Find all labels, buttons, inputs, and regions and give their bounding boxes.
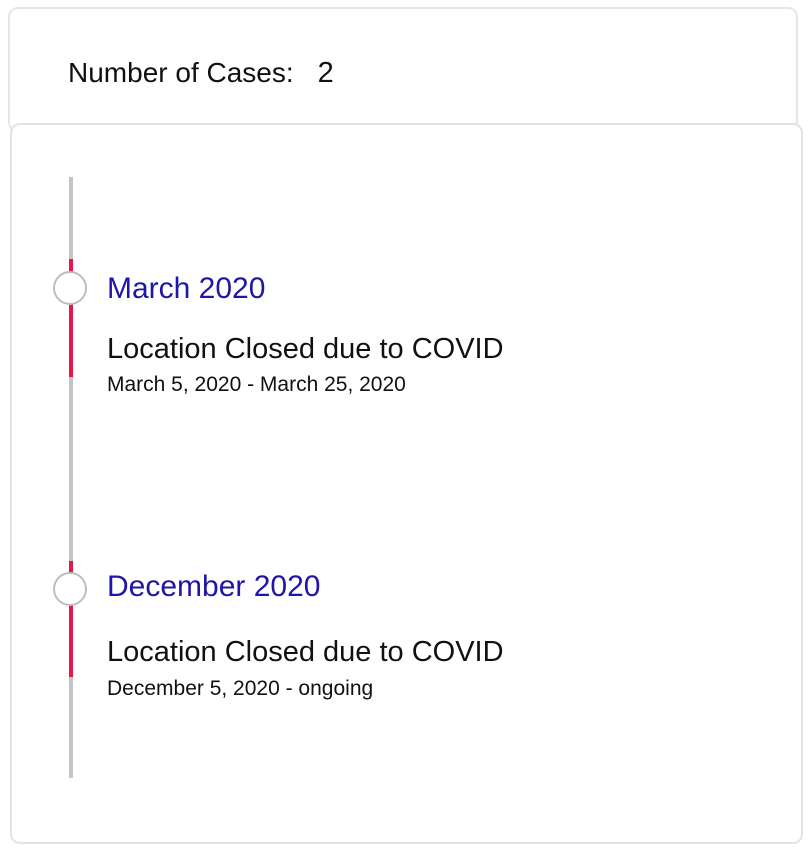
cases-count-label: Number of Cases: xyxy=(68,57,294,88)
timeline-event-date-range: March 5, 2020 - March 25, 2020 xyxy=(107,373,406,396)
timeline-event-title: Location Closed due to COVID xyxy=(107,333,504,365)
timeline-event-date-range: December 5, 2020 - ongoing xyxy=(107,677,374,700)
closure-timeline-card: March 2020 Location Closed due to COVID … xyxy=(10,123,803,844)
timeline-month-heading: December 2020 xyxy=(107,570,321,603)
cases-summary-card: Number of Cases: 2 xyxy=(8,7,798,132)
cases-count-value: 2 xyxy=(317,57,334,89)
timeline-month-heading: March 2020 xyxy=(107,272,266,305)
timeline-node xyxy=(53,572,87,606)
timeline-event-title: Location Closed due to COVID xyxy=(107,636,504,668)
timeline-node xyxy=(53,271,87,305)
cases-count-row: Number of Cases: 2 xyxy=(68,57,334,90)
